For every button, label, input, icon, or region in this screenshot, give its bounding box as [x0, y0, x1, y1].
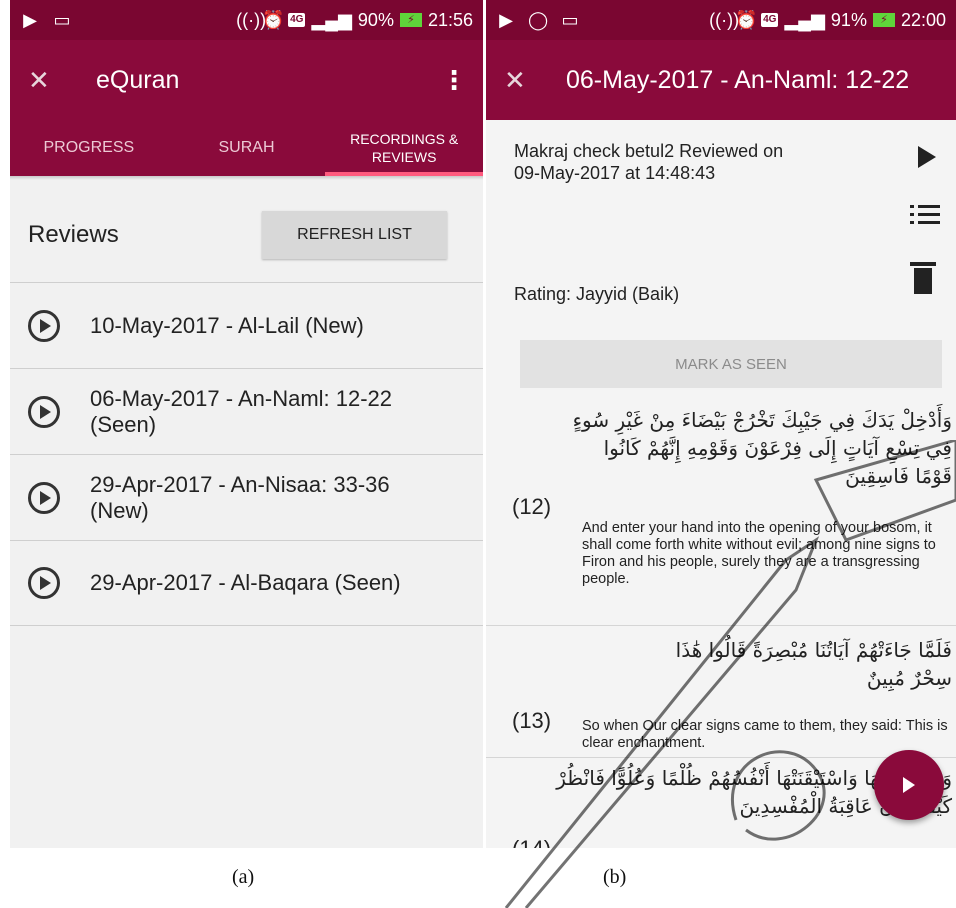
reviews-header: Reviews REFRESH LIST	[10, 188, 483, 282]
verse-number: (12)	[512, 494, 552, 519]
caption-b: (b)	[603, 866, 627, 888]
tab-recordings-reviews-label: RECORDINGS & REVIEWS	[350, 131, 459, 165]
battery-icon: ⚡	[872, 13, 895, 27]
status-bar: ▶ ◯ ▭ ((·)) ⏰ 4G ▂▄▆ 91% ⚡ 22:00	[486, 0, 956, 40]
battery-icon: ⚡	[399, 13, 422, 27]
rating-text: Rating: Jayyid (Baik)	[514, 284, 680, 304]
clock: 22:00	[900, 9, 946, 30]
cell-signal-icon: ▂▄▆	[784, 9, 825, 30]
play-fab-button[interactable]	[874, 750, 944, 820]
battery-percent: 91%	[830, 9, 867, 30]
verse-arabic: فَلَمَّا جَاءَتْهُمْ آيَاتُنَا مُبْصِرَة…	[675, 638, 952, 690]
play-circle-icon[interactable]	[28, 395, 60, 428]
quran-logo-icon[interactable]: ✕	[504, 65, 544, 96]
verse-number: (14)	[512, 836, 551, 848]
review-item[interactable]: 29-Apr-2017 - An-Nisaa: 33-36 (New)	[10, 454, 483, 540]
play-circle-icon[interactable]	[28, 567, 60, 599]
screen-title: 06-May-2017 - An-Naml: 12-22	[566, 65, 910, 94]
play-store-icon: ▶	[23, 10, 37, 30]
whatsapp-icon: ◯	[528, 10, 549, 30]
review-label: 06-May-2017 - An-Naml: 12-22 (Seen)	[90, 385, 393, 437]
play-icon[interactable]	[918, 146, 936, 168]
refresh-list-button[interactable]: REFRESH LIST	[262, 211, 447, 259]
reviews-title: Reviews	[28, 221, 119, 248]
delete-icon[interactable]	[910, 262, 936, 294]
gallery-icon: ▭	[561, 10, 579, 30]
verse-item: (12) وَأَدْخِلْ يَدَكَ فِي جَيْبِكَ تَخْ…	[486, 400, 956, 626]
caption-a: (a)	[232, 866, 255, 888]
verse-item: (13) فَلَمَّا جَاءَتْهُمْ آيَاتُنَا مُبْ…	[486, 626, 956, 758]
verse-arabic: وَأَدْخِلْ يَدَكَ فِي جَيْبِكَ تَخْرُجْ …	[572, 408, 952, 488]
screen-a: ▶ ▭ ((·)) ⏰ 4G ▂▄▆ 90% ⚡ 21:56 ✕ eQuran …	[10, 0, 483, 848]
play-circle-icon[interactable]	[28, 481, 60, 514]
verse-number: (13)	[512, 708, 552, 733]
quran-logo-icon: ✕	[28, 64, 50, 95]
network-badge: 4G	[288, 13, 306, 27]
network-badge: 4G	[761, 13, 779, 27]
clock: 21:56	[427, 9, 473, 30]
review-item[interactable]: 29-Apr-2017 - Al-Baqara (Seen)	[10, 540, 483, 626]
play-store-icon: ▶	[499, 10, 513, 30]
review-list: 10-May-2017 - Al-Lail (New) 06-May-2017 …	[10, 282, 483, 626]
review-item[interactable]: 06-May-2017 - An-Naml: 12-22 (Seen)	[10, 368, 483, 454]
app-title: eQuran	[96, 65, 180, 94]
app-bar: ✕ eQuran ⋮	[10, 40, 483, 120]
signal-icon: ((·))	[236, 10, 267, 30]
review-item[interactable]: 10-May-2017 - Al-Lail (New)	[10, 282, 483, 368]
review-detail: Makraj check betul2 Reviewed on 09-May-2…	[514, 141, 784, 183]
tab-bar: PROGRESS SURAH RECORDINGS & REVIEWS	[10, 120, 483, 176]
gallery-icon: ▭	[53, 10, 71, 30]
overflow-menu-icon[interactable]: ⋮	[441, 65, 467, 96]
status-bar: ▶ ▭ ((·)) ⏰ 4G ▂▄▆ 90% ⚡ 21:56	[10, 0, 483, 40]
alarm-icon: ⏰	[735, 10, 758, 30]
list-icon[interactable]	[910, 200, 940, 228]
tab-shadow	[10, 176, 483, 180]
signal-icon: ((·))	[709, 10, 740, 30]
tab-surah[interactable]: SURAH	[168, 120, 326, 176]
verse-english: So when Our clear signs came to them, th…	[582, 718, 948, 751]
cell-signal-icon: ▂▄▆	[311, 9, 352, 30]
screen-b: ▶ ◯ ▭ ((·)) ⏰ 4G ▂▄▆ 91% ⚡ 22:00 ✕ 06-Ma…	[486, 0, 956, 848]
battery-percent: 90%	[357, 9, 394, 30]
play-circle-icon[interactable]	[28, 309, 60, 342]
app-bar: ✕ 06-May-2017 - An-Naml: 12-22	[486, 40, 956, 120]
verse-english: And enter your hand into the opening of …	[582, 520, 936, 587]
review-label: 10-May-2017 - Al-Lail (New)	[90, 312, 364, 338]
review-label: 29-Apr-2017 - Al-Baqara (Seen)	[90, 570, 401, 595]
alarm-icon: ⏰	[262, 10, 285, 30]
tab-recordings-reviews[interactable]: RECORDINGS & REVIEWS	[325, 120, 483, 176]
mark-as-seen-button[interactable]: MARK AS SEEN	[520, 340, 942, 388]
review-label: 29-Apr-2017 - An-Nisaa: 33-36 (New)	[90, 471, 390, 523]
tab-progress[interactable]: PROGRESS	[10, 120, 168, 176]
